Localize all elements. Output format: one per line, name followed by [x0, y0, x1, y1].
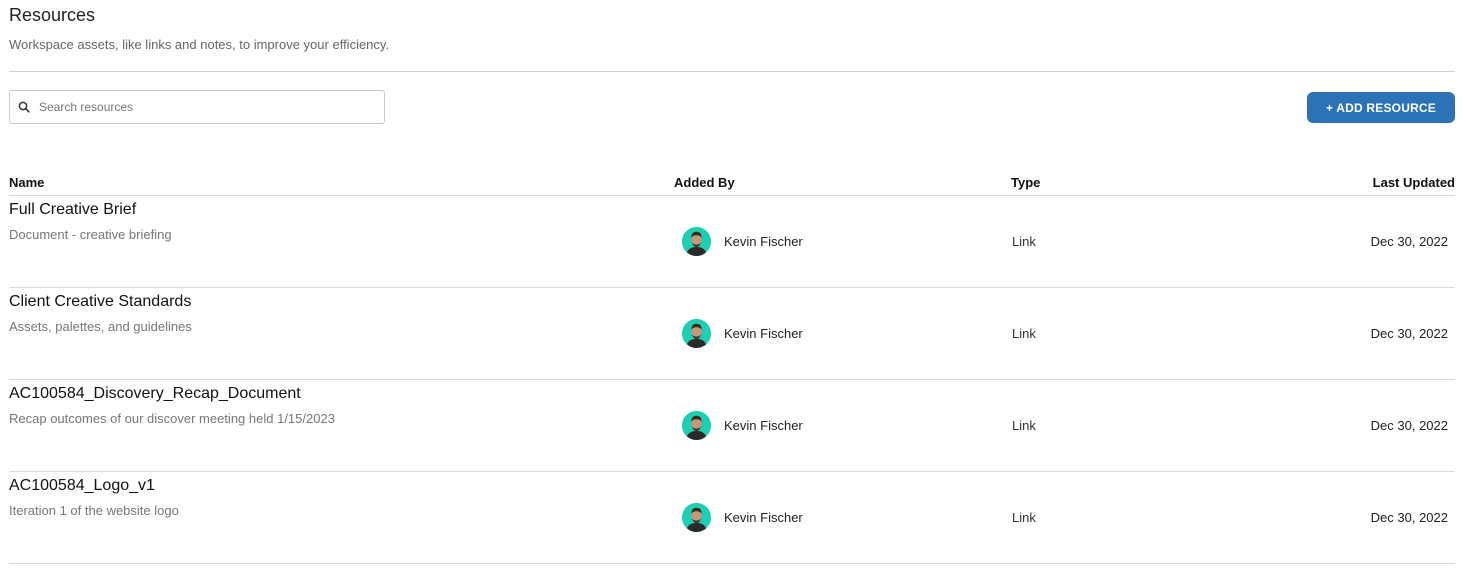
- added-by-name: Kevin Fischer: [724, 418, 803, 433]
- avatar: [682, 227, 711, 256]
- search-input[interactable]: [39, 100, 359, 114]
- search-box[interactable]: [9, 90, 385, 124]
- resource-description: Assets, palettes, and guidelines: [9, 319, 192, 334]
- column-header-type[interactable]: Type: [1011, 175, 1040, 190]
- avatar: [682, 411, 711, 440]
- added-by-name: Kevin Fischer: [724, 326, 803, 341]
- add-resource-button[interactable]: + ADD RESOURCE: [1307, 92, 1455, 123]
- table-row[interactable]: AC100584_Discovery_Recap_Document Recap …: [9, 380, 1455, 472]
- avatar: [682, 319, 711, 348]
- resource-name[interactable]: Client Creative Standards: [9, 293, 191, 311]
- last-updated-date: Dec 30, 2022: [1370, 510, 1448, 525]
- search-icon: [18, 101, 30, 113]
- resource-type: Link: [1012, 326, 1036, 341]
- table-row[interactable]: Full Creative Brief Document - creative …: [9, 196, 1455, 288]
- avatar: [682, 503, 711, 532]
- last-updated-date: Dec 30, 2022: [1370, 234, 1448, 249]
- resource-name[interactable]: AC100584_Logo_v1: [9, 477, 155, 495]
- resource-name[interactable]: AC100584_Discovery_Recap_Document: [9, 385, 301, 403]
- last-updated-date: Dec 30, 2022: [1370, 418, 1448, 433]
- resource-description: Iteration 1 of the website logo: [9, 503, 179, 518]
- resource-type: Link: [1012, 234, 1036, 249]
- resource-type: Link: [1012, 510, 1036, 525]
- added-by-name: Kevin Fischer: [724, 510, 803, 525]
- resource-description: Recap outcomes of our discover meeting h…: [9, 411, 335, 426]
- resource-description: Document - creative briefing: [9, 227, 172, 242]
- resource-type: Link: [1012, 418, 1036, 433]
- header-divider: [9, 71, 1455, 72]
- resources-page: Resources Workspace assets, like links a…: [9, 0, 1455, 580]
- resource-list: Full Creative Brief Document - creative …: [9, 196, 1455, 564]
- page-title: Resources: [9, 5, 96, 25]
- added-by-name: Kevin Fischer: [724, 234, 803, 249]
- column-header-added-by[interactable]: Added By: [674, 175, 735, 190]
- table-row[interactable]: Client Creative Standards Assets, palett…: [9, 288, 1455, 380]
- table-header: Name Added By Type Last Updated: [9, 175, 1455, 195]
- last-updated-date: Dec 30, 2022: [1370, 326, 1448, 341]
- page-subtitle: Workspace assets, like links and notes, …: [9, 37, 390, 52]
- table-row[interactable]: AC100584_Logo_v1 Iteration 1 of the webs…: [9, 472, 1455, 564]
- column-header-name[interactable]: Name: [9, 175, 44, 190]
- column-header-last-updated[interactable]: Last Updated: [1373, 175, 1455, 190]
- resource-name[interactable]: Full Creative Brief: [9, 201, 136, 219]
